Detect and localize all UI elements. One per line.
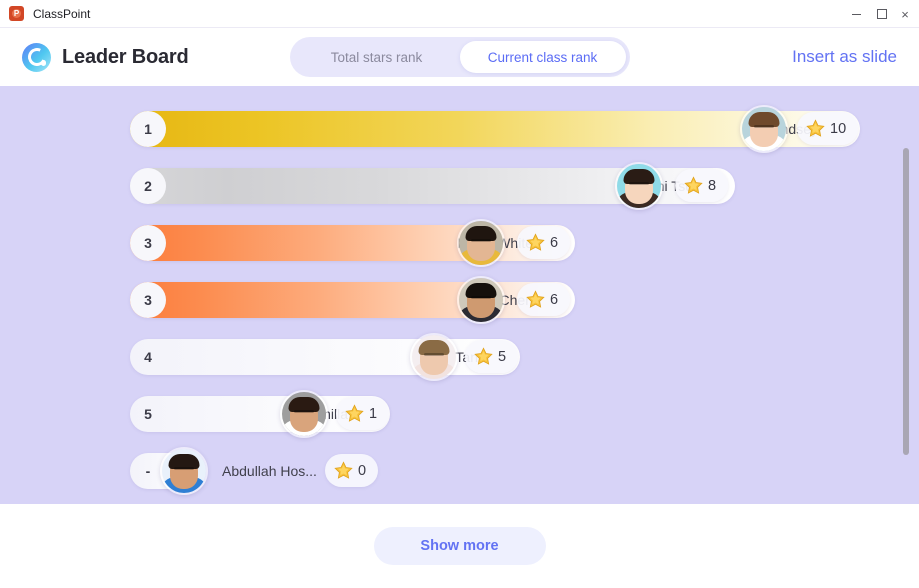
star-count-badge: 6 <box>517 283 571 316</box>
avatar <box>410 332 458 381</box>
avatar <box>740 104 788 153</box>
window-titlebar: P ClassPoint × <box>0 0 919 28</box>
window-controls: × <box>844 0 919 28</box>
classpoint-logo-icon <box>22 42 51 72</box>
star-count: 10 <box>830 120 847 137</box>
star-count-badge: 0 <box>325 454 379 487</box>
star-count: 1 <box>369 405 378 422</box>
star-count: 6 <box>550 291 559 308</box>
star-count-badge: 1 <box>336 397 390 430</box>
scrollbar-thumb[interactable] <box>903 148 909 455</box>
classpoint-powerpoint-icon: P <box>9 6 24 21</box>
star-count: 5 <box>498 348 507 365</box>
leaderboard-row[interactable]: 2Naomi Tsu8 <box>0 157 919 214</box>
leaderboard-row[interactable]: - Abdullah Hos... 0 <box>0 442 919 499</box>
insert-as-slide-button[interactable]: Insert as slide <box>792 47 897 67</box>
leaderboard-row[interactable]: 3Dylan White6 <box>0 214 919 271</box>
rank-number: 3 <box>130 281 166 318</box>
avatar <box>160 446 208 495</box>
tab-current-class-rank[interactable]: Current class rank <box>459 41 626 73</box>
star-count-badge: 8 <box>675 169 729 202</box>
star-count-badge: 5 <box>465 340 519 373</box>
page-footer: Show more <box>0 504 919 588</box>
avatar <box>457 275 505 324</box>
star-count: 8 <box>708 177 717 194</box>
avatar <box>280 389 328 438</box>
tab-total-stars-rank[interactable]: Total stars rank <box>294 41 460 73</box>
close-icon[interactable]: × <box>894 0 919 28</box>
star-count-badge: 6 <box>517 226 571 259</box>
leaderboard-rows: 1Lindsey102Naomi Tsu83Dylan White63Lee C… <box>0 86 919 504</box>
vertical-scrollbar[interactable] <box>901 86 911 504</box>
rank-bar: 3Dylan White <box>130 224 575 261</box>
rank-number: 5 <box>144 405 152 422</box>
show-more-button[interactable]: Show more <box>373 527 546 565</box>
page-title: Leader Board <box>62 45 189 68</box>
avatar <box>615 161 663 210</box>
rank-bar: 4Isabel Tan <box>130 338 520 375</box>
leaderboard-row[interactable]: 3Lee Chen6 <box>0 271 919 328</box>
star-count: 6 <box>550 234 559 251</box>
window-title: ClassPoint <box>33 6 91 21</box>
star-count: 0 <box>358 462 367 479</box>
leaderboard-area: 1Lindsey102Naomi Tsu83Dylan White63Lee C… <box>0 86 919 504</box>
participant-name: Abdullah Hos... <box>222 462 317 479</box>
leaderboard-row[interactable]: 4Isabel Tan5 <box>0 328 919 385</box>
avatar <box>457 218 505 267</box>
page-header: Leader Board Total stars rank Current cl… <box>0 28 919 86</box>
leaderboard-row[interactable]: 1 Lindsey 10 <box>0 100 919 157</box>
rank-number: 3 <box>130 224 166 261</box>
star-count-badge: 10 <box>797 112 859 145</box>
rank-bar: 3Lee Chen <box>130 281 575 318</box>
rank-mode-tabs: Total stars rank Current class rank <box>289 37 630 77</box>
brand: Leader Board <box>22 42 189 72</box>
rank-number: 4 <box>144 348 152 365</box>
minimize-icon[interactable] <box>844 0 869 28</box>
maximize-icon[interactable] <box>869 0 894 28</box>
rank-number: 2 <box>130 167 166 204</box>
rank-number: 1 <box>130 110 166 147</box>
leaderboard-row[interactable]: 5Camilla1 <box>0 385 919 442</box>
